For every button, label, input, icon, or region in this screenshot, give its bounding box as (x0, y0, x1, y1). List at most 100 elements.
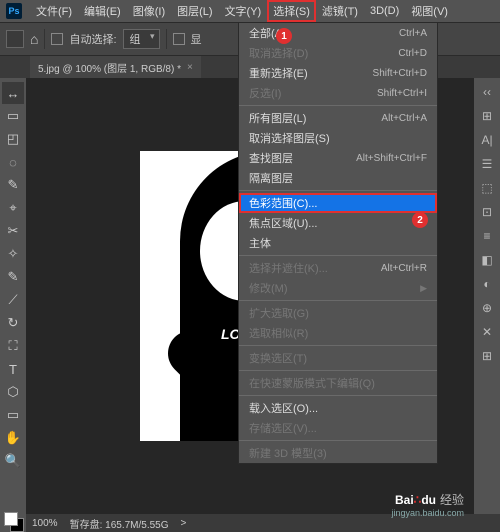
menu-编辑[interactable]: 编辑(E) (78, 0, 127, 22)
panel-icon-2[interactable]: A| (477, 130, 497, 150)
tool-4[interactable]: ✎ (2, 174, 24, 196)
tool-14[interactable]: ▭ (2, 404, 24, 426)
menuitem-label: 载入选区(O)... (249, 400, 318, 416)
tool-1[interactable]: ▭ (2, 105, 24, 127)
panel-icon-1[interactable]: ⊞ (477, 106, 497, 126)
tool-16[interactable]: 🔍 (2, 450, 24, 472)
app-root: Ps 文件(F)编辑(E)图像(I)图层(L)文字(Y)选择(S)滤镜(T)3D… (0, 0, 500, 532)
tool-13[interactable]: ⬡ (2, 381, 24, 403)
tool-6[interactable]: ✂ (2, 220, 24, 242)
menuitem-label: 重新选择(E) (249, 65, 308, 81)
auto-select-checkbox[interactable] (51, 33, 63, 45)
panel-icon-10[interactable]: ✕ (477, 322, 497, 342)
watermark-brand: Bai∴du (395, 493, 436, 507)
menuitem-新建 3D 模型3: 新建 3D 模型(3) (239, 443, 437, 463)
watermark-url: jingyan.baidu.com (391, 508, 464, 518)
menu-文字[interactable]: 文字(Y) (219, 0, 268, 22)
menuitem-label: 扩大选取(G) (249, 305, 309, 321)
document-tab[interactable]: 5.jpg @ 100% (图层 1, RGB/8) * × (30, 56, 201, 78)
menuitem-label: 所有图层(L) (249, 110, 306, 126)
menuitem-label: 色彩范围(C)... (249, 195, 317, 211)
menuitem-shortcut: Ctrl+A (399, 28, 427, 39)
menuitem-隔离图层[interactable]: 隔离图层 (239, 168, 437, 188)
close-icon[interactable]: × (187, 62, 193, 73)
menu-文件[interactable]: 文件(F) (30, 0, 78, 22)
menuitem-shortcut: Shift+Ctrl+I (377, 88, 427, 99)
panel-icon-9[interactable]: ⊕ (477, 298, 497, 318)
menu-separator (239, 440, 437, 441)
toolbox: ↔▭◰◌✎⌖✂✧✎⟋↻⛶T⬡▭✋🔍 (0, 78, 26, 514)
tool-2[interactable]: ◰ (2, 128, 24, 150)
tool-12[interactable]: T (2, 358, 24, 380)
tool-0[interactable]: ↔ (2, 82, 24, 104)
menu-选择[interactable]: 选择(S) (267, 0, 316, 22)
tool-7[interactable]: ✧ (2, 243, 24, 265)
menu-图层[interactable]: 图层(L) (171, 0, 218, 22)
menu-3d[interactable]: 3D(D) (364, 0, 405, 22)
zoom-level[interactable]: 100% (32, 518, 58, 529)
menuitem-label: 焦点区域(U)... (249, 215, 317, 231)
panel-icon-3[interactable]: ☰ (477, 154, 497, 174)
menuitem-全部A[interactable]: 全部(A)Ctrl+A (239, 23, 437, 43)
home-icon[interactable]: ⌂ (30, 31, 38, 47)
watermark: Bai∴du 经验 jingyan.baidu.com (395, 491, 464, 508)
menuitem-取消选择图层S[interactable]: 取消选择图层(S) (239, 128, 437, 148)
menuitem-重新选择E[interactable]: 重新选择(E)Shift+Ctrl+D (239, 63, 437, 83)
tool-11[interactable]: ⛶ (2, 335, 24, 357)
menuitem-焦点区域U[interactable]: 焦点区域(U)... (239, 213, 437, 233)
select-menu-dropdown: 全部(A)Ctrl+A取消选择(D)Ctrl+D重新选择(E)Shift+Ctr… (238, 22, 438, 464)
show-label: 显 (191, 31, 202, 47)
panel-icon-11[interactable]: ⊞ (477, 346, 497, 366)
menuitem-shortcut: Ctrl+D (398, 48, 427, 59)
watermark-suffix: 经验 (440, 491, 464, 508)
menuitem-载入选区O[interactable]: 载入选区(O)... (239, 398, 437, 418)
menu-separator (239, 370, 437, 371)
panel-icon-4[interactable]: ⬚ (477, 178, 497, 198)
panel-icon-7[interactable]: ◧ (477, 250, 497, 270)
separator (166, 29, 167, 49)
show-checkbox[interactable] (173, 33, 185, 45)
menuitem-所有图层L[interactable]: 所有图层(L) Alt+Ctrl+A (239, 108, 437, 128)
tool-15[interactable]: ✋ (2, 427, 24, 449)
menu-separator (239, 300, 437, 301)
menuitem-查找图层[interactable]: 查找图层Alt+Shift+Ctrl+F (239, 148, 437, 168)
menuitem-shortcut: Alt+Ctrl+A (381, 113, 427, 124)
menuitem-取消选择D: 取消选择(D) Ctrl+D (239, 43, 437, 63)
menuitem-shortcut: Alt+Shift+Ctrl+F (356, 153, 427, 164)
menu-图像[interactable]: 图像(I) (127, 0, 171, 22)
tool-9[interactable]: ⟋ (2, 289, 24, 311)
tool-preset-icon[interactable] (6, 30, 24, 48)
menuitem-label: 修改(M) (249, 280, 288, 296)
tool-8[interactable]: ✎ (2, 266, 24, 288)
menu-separator (239, 190, 437, 191)
scratch-disk-info: 暂存盘: 165.7M/5.55G (70, 516, 169, 531)
panel-icon-6[interactable]: ≡ (477, 226, 497, 246)
tool-5[interactable]: ⌖ (2, 197, 24, 219)
menuitem-主体[interactable]: 主体 (239, 233, 437, 253)
foreground-swatch[interactable] (4, 512, 18, 526)
menuitem-label: 新建 3D 模型(3) (249, 445, 327, 461)
menuitem-label: 取消选择(D) (249, 45, 308, 61)
menuitem-变换选区T: 变换选区(T) (239, 348, 437, 368)
menuitem-色彩范围C[interactable]: 色彩范围(C)... (239, 193, 437, 213)
panel-icon-5[interactable]: ⊡ (477, 202, 497, 222)
menuitem-修改M: 修改(M) ▶ (239, 278, 437, 298)
menuitem-扩大选取G: 扩大选取(G) (239, 303, 437, 323)
menuitem-选择并遮住K: 选择并遮住(K)... Alt+Ctrl+R (239, 258, 437, 278)
menuitem-label: 反选(I) (249, 85, 281, 101)
menuitem-label: 变换选区(T) (249, 350, 307, 366)
menuitem-label: 选取相似(R) (249, 325, 308, 341)
tool-3[interactable]: ◌ (2, 151, 24, 173)
panel-icon-8[interactable]: ◐ (477, 274, 497, 294)
tool-10[interactable]: ↻ (2, 312, 24, 334)
panel-icon-0[interactable]: ‹‹ (477, 82, 497, 102)
menu-视图[interactable]: 视图(V) (405, 0, 454, 22)
ps-logo-icon: Ps (6, 3, 22, 19)
submenu-arrow-icon: ▶ (420, 283, 427, 294)
menuitem-shortcut: Alt+Ctrl+R (381, 263, 427, 274)
status-arrow-icon[interactable]: > (181, 518, 187, 529)
right-panel-icons: ‹‹ ⊞ A| ☰ ⬚ ⊡ ≡ ◧ ◐ ⊕ ✕ ⊞ (474, 78, 500, 514)
menuitem-label: 选择并遮住(K)... (249, 260, 328, 276)
menu-滤镜[interactable]: 滤镜(T) (316, 0, 364, 22)
auto-select-dropdown[interactable]: 组 (123, 29, 160, 49)
